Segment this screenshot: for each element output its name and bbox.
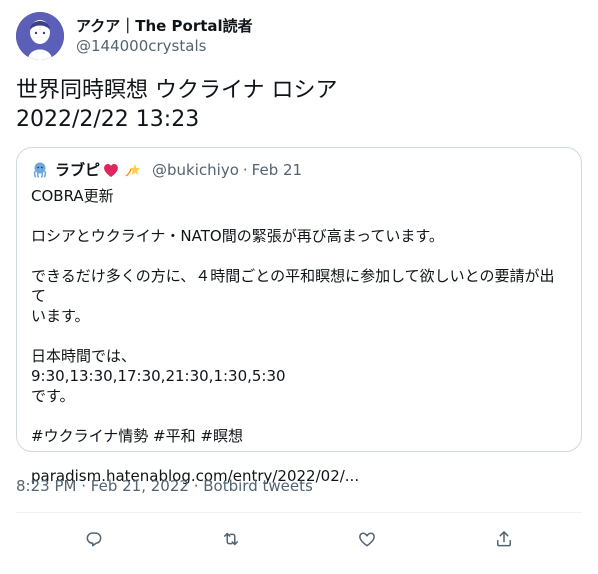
dizzy-star-icon bbox=[124, 161, 142, 179]
reply-button[interactable] bbox=[74, 519, 114, 559]
quoted-line: 日本時間では、 bbox=[31, 347, 137, 365]
red-heart-icon bbox=[102, 161, 120, 179]
quoted-line: できるだけ多くの方に、４時間ごとの平和瞑想に参加して欲しいとの要請が出て bbox=[31, 267, 555, 305]
quoted-line bbox=[31, 446, 567, 466]
tweet-text-line-1: 世界同時瞑想 ウクライナ ロシア bbox=[16, 78, 338, 103]
quoted-line bbox=[31, 206, 567, 226]
meta-separator: · bbox=[81, 477, 87, 495]
retweet-button[interactable] bbox=[211, 519, 251, 559]
tweet-source[interactable]: Botbird tweets bbox=[203, 477, 313, 495]
quoted-tweet[interactable]: ラブピ @bukichiyo · Feb 21 COBRA更新 ロシアとウクライ… bbox=[16, 147, 582, 485]
share-button[interactable] bbox=[484, 519, 524, 559]
tweet-time[interactable]: 8:23 PM bbox=[16, 477, 76, 495]
tweet-date[interactable]: Feb 21, 2022 bbox=[91, 477, 189, 495]
quoted-line: ロシアとウクライナ・NATO間の緊張が再び高まっています。 bbox=[31, 227, 444, 245]
quoted-line: です。 bbox=[31, 387, 75, 405]
quoted-line bbox=[31, 246, 567, 266]
quoted-line: 9:30,13:30,17:30,21:30,1:30,5:30 bbox=[31, 367, 286, 385]
author-display-name[interactable]: アクア｜The Portal読者 bbox=[76, 16, 253, 36]
avatar[interactable] bbox=[16, 12, 64, 60]
quoted-date[interactable]: Feb 21 bbox=[252, 160, 302, 180]
meta-separator: · bbox=[193, 477, 199, 495]
quoted-line: COBRA更新 bbox=[31, 187, 114, 205]
tweet-text-line-2: 2022/2/22 13:23 bbox=[16, 107, 200, 132]
tweet: アクア｜The Portal読者 @144000crystals 世界同時瞑想 … bbox=[16, 12, 582, 565]
tweet-text: 世界同時瞑想 ウクライナ ロシア 2022/2/22 13:23 bbox=[16, 76, 582, 134]
author-handle[interactable]: @144000crystals bbox=[76, 36, 253, 56]
octopus-emoji-icon bbox=[31, 161, 49, 179]
reply-icon bbox=[86, 532, 102, 547]
retweet-icon bbox=[223, 532, 238, 546]
like-button[interactable] bbox=[347, 519, 387, 559]
quoted-author-name[interactable]: ラブピ bbox=[55, 160, 100, 180]
share-icon bbox=[496, 531, 511, 547]
quoted-line: います。 bbox=[31, 307, 90, 325]
tweet-metadata: 8:23 PM · Feb 21, 2022 · Botbird tweets bbox=[16, 476, 582, 496]
tweet-author: アクア｜The Portal読者 @144000crystals bbox=[16, 12, 582, 60]
action-bar bbox=[16, 513, 582, 565]
heart-icon bbox=[359, 532, 376, 547]
quoted-hashtags[interactable]: #ウクライナ情勢 #平和 #瞑想 bbox=[31, 426, 567, 446]
quoted-line bbox=[31, 406, 567, 426]
quoted-author-handle[interactable]: @bukichiyo bbox=[152, 160, 239, 180]
quoted-tweet-body: COBRA更新 ロシアとウクライナ・NATO間の緊張が再び高まっています。 でき… bbox=[31, 186, 567, 486]
quoted-separator: · bbox=[242, 161, 248, 179]
quoted-tweet-header: ラブピ @bukichiyo · Feb 21 bbox=[31, 160, 567, 180]
author-names: アクア｜The Portal読者 @144000crystals bbox=[76, 16, 253, 56]
quoted-line bbox=[31, 326, 567, 346]
